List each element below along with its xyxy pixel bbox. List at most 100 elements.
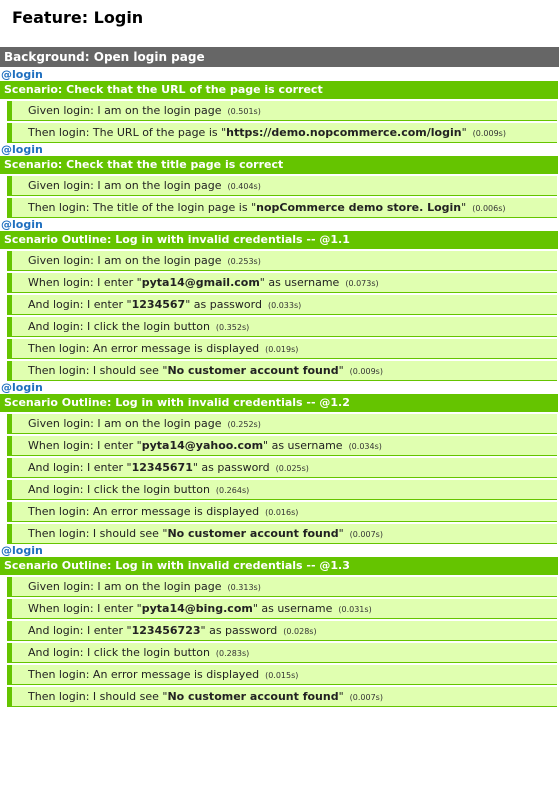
scenario-tag[interactable]: @login [0, 544, 559, 557]
step-text-suffix: " as password [192, 461, 270, 474]
step-duration: (0.264s) [215, 486, 250, 495]
step-duration: (0.313s) [227, 583, 261, 592]
step-row[interactable]: Given login: I am on the login page (0.50… [7, 101, 557, 121]
step-text: And login: I click the login button [28, 646, 210, 659]
step-duration: (0.253s) [227, 257, 261, 266]
step-text: And login: I click the login button [28, 320, 210, 333]
step-argument: nopCommerce demo store. Login [256, 201, 462, 214]
step-argument: 1234567 [131, 298, 186, 311]
step-text: Then login: The title of the login page … [28, 201, 257, 214]
step-row[interactable]: Then login: I should see "No customer ac… [7, 687, 557, 707]
scenario-tag[interactable]: @login [0, 218, 559, 231]
step-row[interactable]: And login: I click the login button (0.28… [7, 643, 557, 663]
step-row[interactable]: Then login: An error message is displaye… [7, 502, 557, 522]
step-text: And login: I enter " [28, 461, 132, 474]
scenario-tag[interactable]: @login [0, 143, 559, 156]
step-text: And login: I enter " [28, 298, 132, 311]
step-argument: 123456723 [131, 624, 201, 637]
step-text: Given login: I am on the login page [28, 417, 222, 430]
step-text: And login: I click the login button [28, 483, 210, 496]
step-text-suffix: " [338, 527, 344, 540]
step-row[interactable]: When login: I enter "pyta14@yahoo.com" a… [7, 436, 557, 456]
step-row[interactable]: Then login: I should see "No customer ac… [7, 524, 557, 544]
step-row[interactable]: Given login: I am on the login page (0.25… [7, 414, 557, 434]
scenario-header[interactable]: Scenario: Check that the URL of the page… [0, 81, 558, 99]
step-text: Then login: An error message is displaye… [28, 668, 260, 681]
step-row[interactable]: And login: I click the login button (0.26… [7, 480, 557, 500]
step-text-suffix: " [461, 201, 467, 214]
step-duration: (0.033s) [267, 301, 302, 310]
scenario-tag[interactable]: @login [0, 68, 559, 81]
step-text: When login: I enter " [28, 276, 142, 289]
step-duration: (0.015s) [265, 671, 299, 680]
step-duration: (0.019s) [265, 345, 299, 354]
step-duration: (0.006s) [472, 204, 506, 213]
step-duration: (0.501s) [227, 107, 261, 116]
step-text-suffix: " as password [185, 298, 262, 311]
step-text: Given login: I am on the login page [28, 254, 222, 267]
step-row[interactable]: When login: I enter "pyta14@gmail.com" a… [7, 273, 557, 293]
step-duration: (0.009s) [472, 129, 506, 138]
step-text-suffix: " as password [200, 624, 278, 637]
scenario-tag[interactable]: @login [0, 381, 559, 394]
step-argument: pyta14@gmail.com [141, 276, 260, 289]
scenario-list: @login Scenario: Check that the URL of th… [0, 68, 559, 707]
step-text-suffix: " [338, 690, 344, 703]
step-row[interactable]: And login: I click the login button (0.35… [7, 317, 557, 337]
step-text: Given login: I am on the login page [28, 104, 222, 117]
scenario-header[interactable]: Scenario Outline: Log in with invalid cr… [0, 394, 558, 412]
step-row[interactable]: Then login: The title of the login page … [7, 198, 557, 218]
step-text-suffix: " [338, 364, 344, 377]
step-text: Then login: I should see " [28, 527, 168, 540]
step-duration: (0.031s) [338, 605, 372, 614]
step-duration: (0.016s) [265, 508, 299, 517]
step-argument: pyta14@yahoo.com [141, 439, 264, 452]
step-duration: (0.007s) [349, 530, 383, 539]
step-row[interactable]: Then login: The URL of the page is "http… [7, 123, 557, 143]
step-argument: No customer account found [167, 690, 339, 703]
step-text: When login: I enter " [28, 439, 142, 452]
scenario-header[interactable]: Scenario Outline: Log in with invalid cr… [0, 557, 558, 575]
step-text: Then login: An error message is displaye… [28, 342, 260, 355]
step-text-suffix: " [461, 126, 467, 139]
step-duration: (0.352s) [215, 323, 250, 332]
step-duration: (0.025s) [275, 464, 309, 473]
step-row[interactable]: Given login: I am on the login page (0.25… [7, 251, 557, 271]
step-text: And login: I enter " [28, 624, 132, 637]
step-row[interactable]: Then login: An error message is displaye… [7, 665, 557, 685]
step-duration: (0.034s) [348, 442, 382, 451]
step-text: Then login: I should see " [28, 364, 168, 377]
step-row[interactable]: Given login: I am on the login page (0.31… [7, 577, 557, 597]
step-argument: No customer account found [167, 527, 339, 540]
step-text: Then login: An error message is displaye… [28, 505, 260, 518]
step-row[interactable]: Given login: I am on the login page (0.40… [7, 176, 557, 196]
scenario-header[interactable]: Scenario: Check that the title page is c… [0, 156, 558, 174]
step-argument: 12345671 [131, 461, 193, 474]
step-text-suffix: " as username [252, 602, 333, 615]
step-argument: pyta14@bing.com [141, 602, 253, 615]
step-row[interactable]: And login: I enter "1234567" as password… [7, 295, 557, 315]
step-text-suffix: " as username [263, 439, 343, 452]
step-duration: (0.007s) [349, 693, 383, 702]
step-row[interactable]: Then login: An error message is displaye… [7, 339, 557, 359]
step-text: When login: I enter " [28, 602, 142, 615]
step-argument: https://demo.nopcommerce.com/login [226, 126, 462, 139]
step-text: Then login: I should see " [28, 690, 168, 703]
feature-title: Feature: Login [12, 8, 144, 27]
step-argument: No customer account found [167, 364, 339, 377]
step-duration: (0.252s) [227, 420, 261, 429]
step-text: Given login: I am on the login page [28, 179, 222, 192]
step-text: Given login: I am on the login page [28, 580, 222, 593]
step-duration: (0.073s) [345, 279, 379, 288]
step-row[interactable]: And login: I enter "123456723" as passwo… [7, 621, 557, 641]
step-row[interactable]: Then login: I should see "No customer ac… [7, 361, 557, 381]
step-text-suffix: " as username [259, 276, 340, 289]
step-row[interactable]: And login: I enter "12345671" as passwor… [7, 458, 557, 478]
step-duration: (0.009s) [349, 367, 383, 376]
scenario-header[interactable]: Scenario Outline: Log in with invalid cr… [0, 231, 558, 249]
step-duration: (0.028s) [283, 627, 317, 636]
step-row[interactable]: When login: I enter "pyta14@bing.com" as… [7, 599, 557, 619]
background-header[interactable]: Background: Open login page [0, 47, 559, 67]
step-text: Then login: The URL of the page is " [28, 126, 227, 139]
step-duration: (0.404s) [227, 182, 261, 191]
